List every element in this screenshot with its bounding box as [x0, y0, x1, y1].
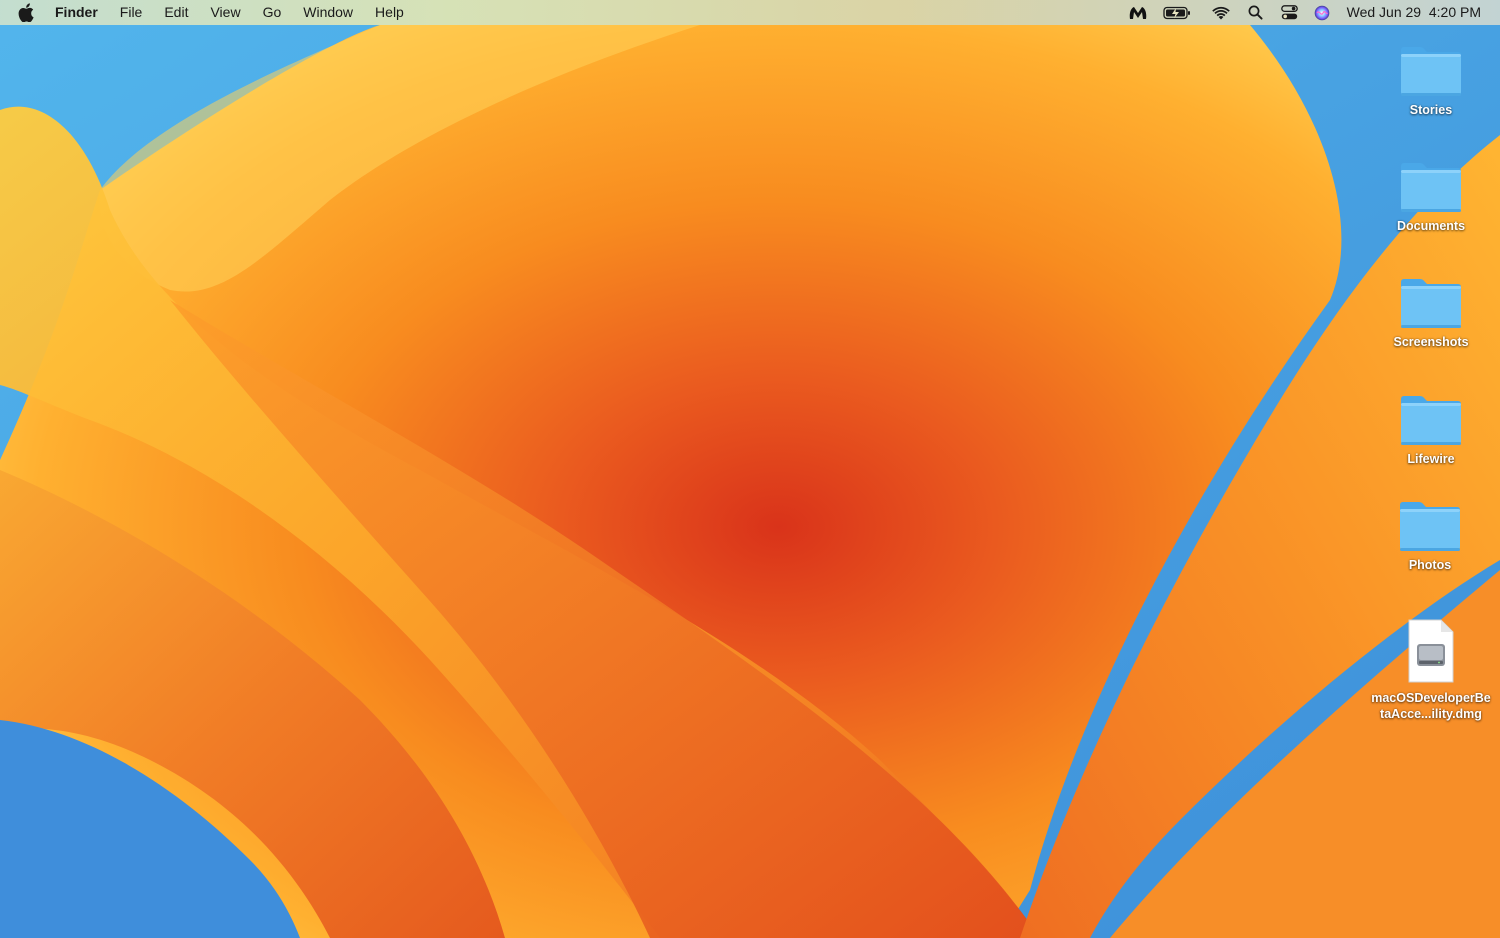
menu-go[interactable]: Go — [252, 0, 293, 25]
disk-image-icon — [1408, 619, 1454, 683]
desktop-folder-screenshots[interactable]: Screenshots — [1376, 276, 1486, 350]
desktop-wallpaper — [0, 0, 1500, 938]
apple-menu-icon[interactable] — [18, 3, 36, 23]
menu-view[interactable]: View — [199, 0, 251, 25]
desktop-folder-stories[interactable]: Stories — [1376, 44, 1486, 118]
menu-help[interactable]: Help — [364, 0, 415, 25]
menu-window[interactable]: Window — [292, 0, 364, 25]
menubar-clock[interactable]: Wed Jun 29 4:20 PM — [1337, 0, 1500, 25]
folder-icon — [1400, 502, 1460, 551]
folder-icon — [1401, 163, 1461, 212]
siri-icon[interactable] — [1307, 0, 1337, 25]
wifi-icon[interactable] — [1203, 0, 1239, 25]
menu-app-finder[interactable]: Finder — [55, 0, 109, 25]
control-center-icon[interactable] — [1273, 0, 1307, 25]
desktop-folder-lifewire[interactable]: Lifewire — [1376, 393, 1486, 467]
battery-icon[interactable] — [1157, 0, 1197, 25]
folder-icon — [1401, 396, 1461, 445]
search-icon[interactable] — [1239, 0, 1273, 25]
desktop-item-label: macOSDeveloperBetaAcce...ility.dmg — [1371, 691, 1491, 721]
desktop-folder-photos[interactable]: Photos — [1375, 499, 1485, 573]
malwarebytes-icon[interactable] — [1125, 0, 1151, 25]
desktop-item-label: Photos — [1408, 558, 1452, 572]
folder-icon — [1401, 279, 1461, 328]
menu-file[interactable]: File — [109, 0, 154, 25]
folder-icon — [1401, 47, 1461, 96]
desktop-item-label: Screenshots — [1393, 335, 1469, 349]
desktop-item-label: Stories — [1409, 103, 1453, 117]
menu-edit[interactable]: Edit — [153, 0, 199, 25]
desktop-item-label: Documents — [1396, 219, 1466, 233]
menu-bar: Finder File Edit View Go Window Help Wed… — [0, 0, 1500, 25]
desktop-folder-documents[interactable]: Documents — [1376, 160, 1486, 234]
desktop-item-label: Lifewire — [1407, 452, 1455, 466]
desktop-file-dmg[interactable]: macOSDeveloperBetaAcce...ility.dmg — [1371, 618, 1491, 722]
